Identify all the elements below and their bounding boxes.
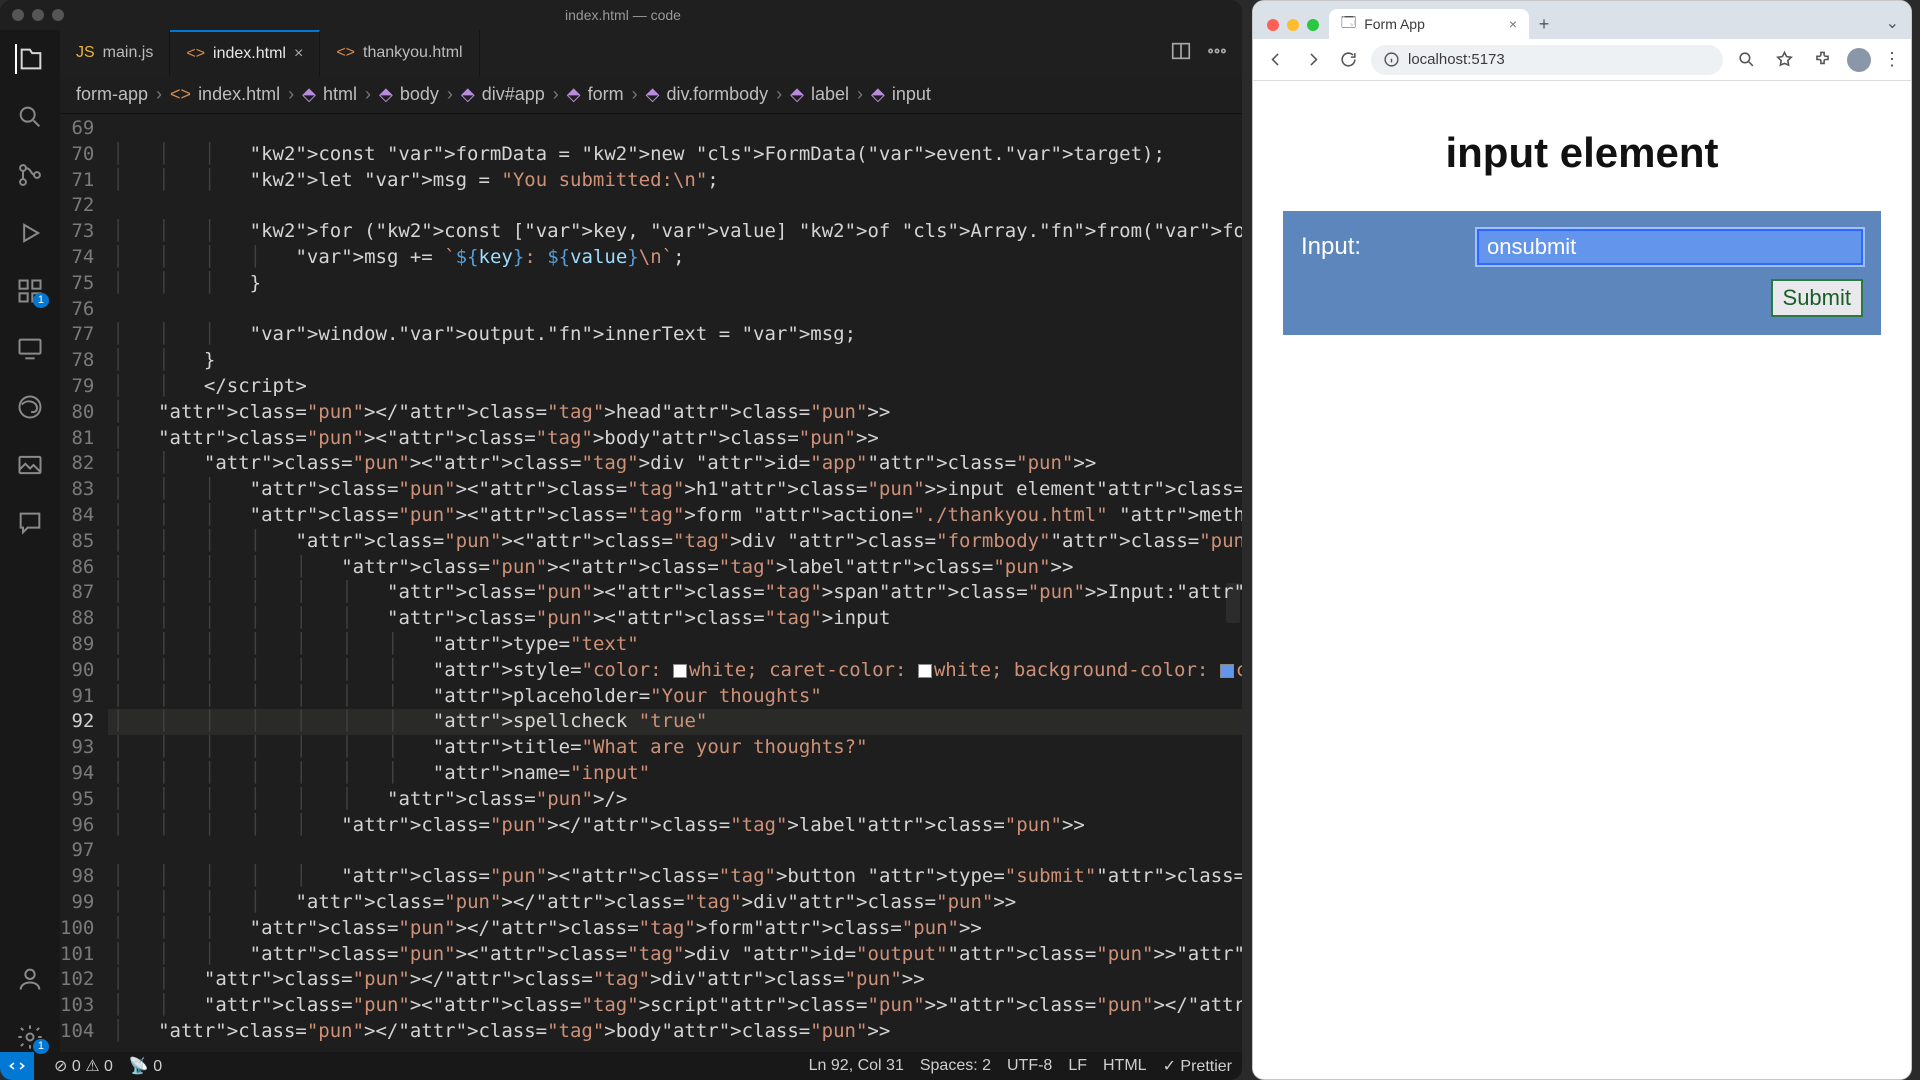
zoom-dot[interactable]: [52, 9, 64, 21]
profile-avatar[interactable]: [1847, 48, 1871, 72]
breadcrumb-item[interactable]: ⬘div.formbody: [646, 84, 769, 105]
breadcrumb-item[interactable]: ⬘label: [790, 84, 849, 105]
tab-thankyou-html[interactable]: <> thankyou.html: [320, 30, 479, 76]
traffic-lights[interactable]: [0, 9, 64, 21]
breadcrumbs[interactable]: form-app› <>index.html› ⬘html› ⬘body› ⬘d…: [60, 76, 1242, 114]
back-button[interactable]: [1263, 47, 1289, 73]
comment-icon[interactable]: [15, 508, 45, 538]
extensions-icon[interactable]: [15, 276, 45, 306]
form-container: Input: Submit: [1283, 211, 1881, 335]
vscode-window: index.html — code: [0, 0, 1242, 1080]
editor-tabs: JS main.js <> index.html × <> thankyou.h…: [60, 30, 1242, 76]
chrome-window: 🗔 Form App × + ⌄ localhost:5173 ⋮: [1252, 0, 1912, 1080]
encoding[interactable]: UTF-8: [1007, 1057, 1052, 1075]
remote-indicator[interactable]: [0, 1052, 34, 1080]
favicon: 🗔: [1341, 12, 1356, 36]
chrome-toolbar: localhost:5173 ⋮: [1253, 39, 1911, 81]
breadcrumb-item[interactable]: ⬘form: [567, 84, 624, 105]
html-file-icon: <>: [186, 45, 205, 63]
breadcrumb-item[interactable]: ⬘body: [379, 84, 439, 105]
tab-title: Form App: [1364, 16, 1425, 32]
page-heading: input element: [1283, 129, 1881, 177]
editor-area: JS main.js <> index.html × <> thankyou.h…: [60, 30, 1242, 1052]
close-tab-icon[interactable]: ×: [1509, 16, 1517, 32]
accounts-icon[interactable]: [15, 964, 45, 994]
activity-bar: [0, 30, 60, 1052]
breadcrumb-item[interactable]: <>index.html: [170, 84, 280, 105]
new-tab-button[interactable]: +: [1529, 14, 1559, 39]
tab-overflow-icon[interactable]: ⌄: [1886, 13, 1911, 39]
problems-indicator[interactable]: ⊘ 0 ⚠ 0: [54, 1056, 113, 1076]
images-icon[interactable]: [15, 450, 45, 480]
edge-tools-icon[interactable]: [15, 392, 45, 422]
tab-label: index.html: [213, 45, 286, 63]
window-title: index.html — code: [64, 7, 1182, 23]
site-info-icon[interactable]: [1383, 51, 1400, 68]
breadcrumb-item[interactable]: ⬘div#app: [461, 84, 545, 105]
split-editor-icon[interactable]: [1170, 40, 1192, 67]
status-bar: ⊘ 0 ⚠ 0 📡 0 Ln 92, Col 31 Spaces: 2 UTF-…: [0, 1052, 1242, 1080]
close-dot[interactable]: [12, 9, 24, 21]
language-mode[interactable]: HTML: [1103, 1057, 1147, 1075]
cursor-position[interactable]: Ln 92, Col 31: [809, 1057, 904, 1075]
breadcrumb-item[interactable]: ⬘html: [302, 84, 357, 105]
browser-tab[interactable]: 🗔 Form App ×: [1329, 9, 1529, 39]
chrome-menu-icon[interactable]: ⋮: [1883, 49, 1901, 70]
eol[interactable]: LF: [1068, 1057, 1087, 1075]
settings-gear-icon[interactable]: [15, 1022, 45, 1052]
breadcrumb-item[interactable]: ⬘input: [871, 84, 931, 105]
vscode-titlebar[interactable]: index.html — code: [0, 0, 1242, 30]
indentation[interactable]: Spaces: 2: [920, 1057, 991, 1075]
page-content: input element Input: Submit: [1253, 81, 1911, 1079]
code-editor[interactable]: 6970717273747576777879808182838485868788…: [60, 114, 1242, 1052]
submit-button[interactable]: Submit: [1771, 279, 1863, 317]
explorer-icon[interactable]: [15, 44, 45, 74]
tab-label: main.js: [103, 44, 154, 62]
input-label: Input:: [1301, 233, 1461, 261]
formatter[interactable]: Prettier: [1163, 1056, 1232, 1076]
chrome-tabstrip: 🗔 Form App × + ⌄: [1253, 1, 1911, 39]
tab-index-html[interactable]: <> index.html ×: [170, 30, 320, 76]
url-text: localhost:5173: [1408, 51, 1505, 68]
breadcrumb-item[interactable]: form-app: [76, 84, 148, 105]
run-debug-icon[interactable]: [15, 218, 45, 248]
tab-label: thankyou.html: [363, 44, 463, 62]
reload-button[interactable]: [1335, 47, 1361, 73]
tab-main-js[interactable]: JS main.js: [60, 30, 170, 76]
bookmark-star-icon[interactable]: [1771, 47, 1797, 73]
more-actions-icon[interactable]: [1206, 40, 1228, 67]
remote-explorer-icon[interactable]: [15, 334, 45, 364]
html-file-icon: <>: [336, 44, 355, 62]
zoom-icon[interactable]: [1733, 47, 1759, 73]
ports-indicator[interactable]: 📡 0: [129, 1056, 162, 1076]
close-tab-icon[interactable]: ×: [294, 45, 303, 63]
source-control-icon[interactable]: [15, 160, 45, 190]
traffic-lights[interactable]: [1263, 19, 1329, 39]
search-icon[interactable]: [15, 102, 45, 132]
text-input[interactable]: [1477, 229, 1863, 265]
js-file-icon: JS: [76, 44, 95, 62]
extensions-puzzle-icon[interactable]: [1809, 47, 1835, 73]
forward-button[interactable]: [1299, 47, 1325, 73]
minimize-dot[interactable]: [32, 9, 44, 21]
address-bar[interactable]: localhost:5173: [1371, 45, 1723, 75]
